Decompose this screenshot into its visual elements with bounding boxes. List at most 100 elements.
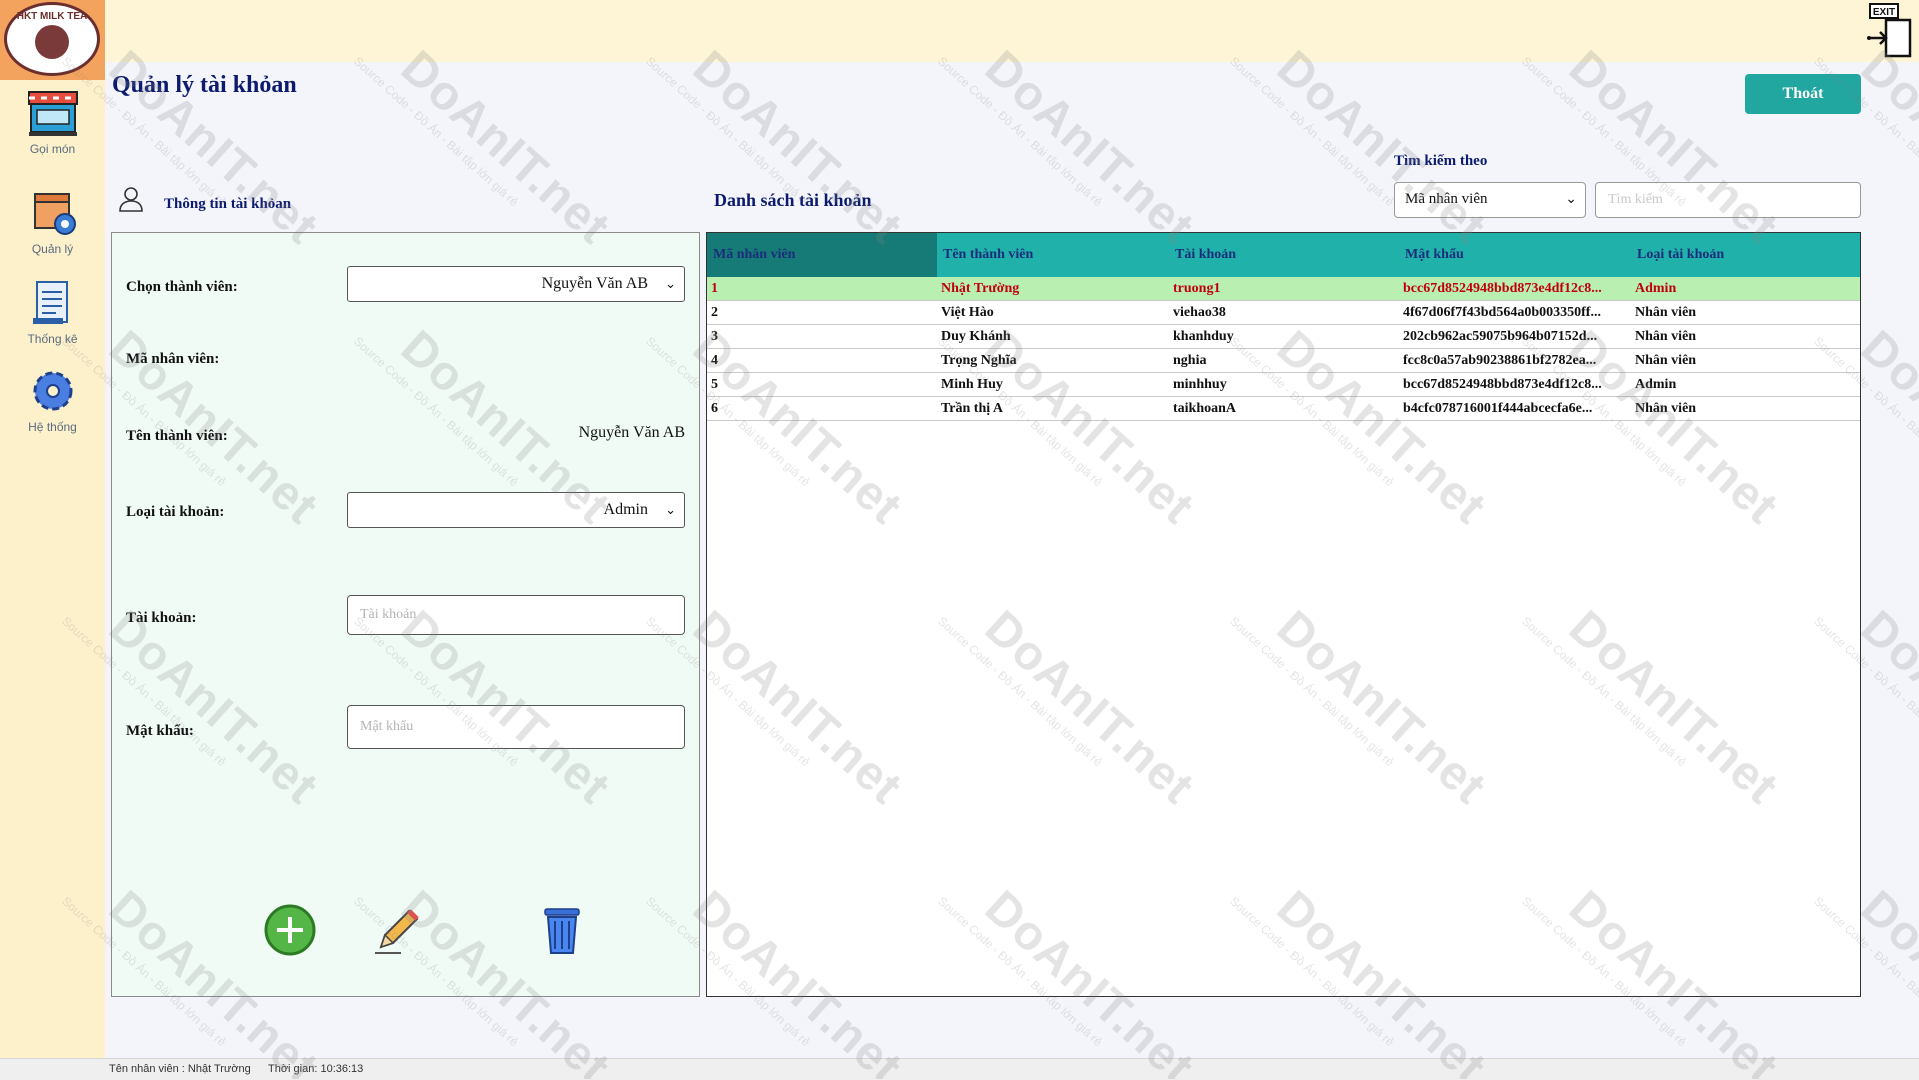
table-cell: Nhân viên — [1635, 329, 1697, 344]
logo-text: HKT MILK TEA — [16, 11, 88, 22]
table-cell: Việt Hào — [941, 305, 994, 320]
column-header-member-name[interactable]: Tên thành viên — [937, 233, 1169, 277]
chevron-down-icon: ⌄ — [665, 502, 676, 517]
watermark-brand: DoAnIT.net — [1558, 40, 1789, 255]
sidebar-item-order[interactable]: Gọi món — [0, 86, 105, 156]
table-cell: 3 — [711, 329, 718, 344]
table-cell: 4 — [711, 353, 718, 368]
account-list-panel: Mã nhân viên Tên thành viên Tài khoản Mậ… — [706, 232, 1861, 997]
choose-member-select[interactable]: Nguyễn Văn AB ⌄ — [347, 266, 685, 302]
column-header-account[interactable]: Tài khoản — [1169, 233, 1399, 277]
table-cell: Nhân viên — [1635, 305, 1697, 320]
logo: HKT MILK TEA — [0, 0, 105, 80]
table-cell: 202cb962ac59075b964b07152d... — [1403, 329, 1598, 344]
user-icon — [119, 187, 143, 212]
table-cell: Admin — [1635, 281, 1677, 296]
sidebar-item-statistics[interactable]: Thống kê — [0, 276, 105, 346]
table-cell: nghia — [1173, 353, 1207, 368]
search-by-value: Mã nhân viên — [1405, 191, 1488, 207]
employee-id-label: Mã nhân viên: — [126, 351, 220, 367]
status-bar: Tên nhân viên : Nhật Trường Thời gian: 1… — [0, 1058, 1919, 1080]
report-icon — [32, 281, 68, 324]
table-cell: 1 — [711, 281, 718, 296]
table-row[interactable]: 4 Trọng Nghĩa nghia fcc8c0a57ab90238861bf27… — [707, 349, 1860, 373]
page-title: Quản lý tài khỏan — [112, 72, 297, 98]
account-type-label: Loại tài khoản: — [126, 504, 225, 520]
account-type-select[interactable]: Admin ⌄ — [347, 492, 685, 528]
table-cell: Duy Khánh — [941, 329, 1011, 344]
edit-pencil-icon[interactable] — [371, 903, 425, 957]
table-cell: Nhật Trường — [941, 281, 1020, 296]
table-header: Mã nhân viên Tên thành viên Tài khoản Mậ… — [707, 233, 1860, 277]
password-label: Mật khẩu: — [126, 723, 194, 739]
choose-member-value: Nguyễn Văn AB — [541, 275, 648, 292]
store-icon — [27, 91, 78, 136]
account-list-title: Danh sách tài khoản — [714, 190, 872, 210]
table-cell: 5 — [711, 377, 718, 392]
table-cell: Nhân viên — [1635, 401, 1697, 416]
account-info-panel: Chọn thành viên: Nguyễn Văn AB ⌄ Mã nhân… — [111, 232, 700, 997]
member-name-label: Tên thành viên: — [126, 428, 228, 444]
add-icon[interactable] — [263, 903, 317, 957]
gear-icon — [33, 371, 72, 411]
sidebar-item-label: Quản lý — [31, 242, 74, 256]
table-cell: bcc67d8524948bbd873e4df12c8... — [1403, 281, 1602, 296]
watermark-brand: DoAnIT.net — [390, 40, 621, 255]
column-header-employee-id[interactable]: Mã nhân viên — [707, 233, 937, 277]
chevron-down-icon: ⌄ — [1565, 192, 1577, 207]
trash-icon[interactable] — [535, 903, 589, 957]
column-header-password[interactable]: Mật khẩu — [1399, 233, 1631, 277]
table-cell: b4cfc078716001f444abcecfa6e... — [1403, 401, 1593, 416]
table-cell: Trần thị A — [941, 401, 1003, 416]
watermark-brand: DoAnIT.net — [682, 40, 913, 255]
sidebar-item-label: Thống kê — [27, 332, 78, 346]
exit-button[interactable]: Thoát — [1745, 74, 1861, 114]
watermark-brand: DoAnIT.net — [974, 40, 1205, 255]
manage-box-icon — [33, 193, 76, 235]
table-row[interactable]: 2 Việt Hào viehao38 4f67d06f7f43bd564a0b003… — [707, 301, 1860, 325]
table-cell: bcc67d8524948bbd873e4df12c8... — [1403, 377, 1602, 392]
sidebar-item-label: Gọi món — [29, 142, 76, 156]
search-by-label: Tìm kiếm theo — [1394, 153, 1488, 169]
top-strip — [105, 0, 1919, 62]
password-input[interactable] — [347, 705, 685, 749]
account-info-title: Thông tin tài khỏan — [164, 196, 292, 212]
status-time: Thời gian: 10:36:13 — [268, 1063, 364, 1075]
status-employee: Tên nhân viên : Nhật Trường — [109, 1063, 251, 1075]
choose-member-label: Chọn thành viên: — [126, 279, 238, 295]
milk-tea-cup-icon — [35, 25, 69, 59]
table-cell: taikhoanA — [1173, 401, 1237, 416]
table-cell: Nhân viên — [1635, 353, 1697, 368]
table-cell: Admin — [1635, 377, 1677, 392]
search-by-select[interactable]: Mã nhân viên ⌄ — [1394, 182, 1586, 218]
exit-door-icon[interactable]: EXIT — [1866, 2, 1914, 58]
watermark-brand: DoAnIT.net — [1266, 40, 1497, 255]
sidebar-item-label: Hệ thống — [28, 420, 77, 434]
table-cell: 6 — [711, 401, 718, 416]
sidebar: HKT MILK TEA Gọi món Quản lý Thống kê Hệ… — [0, 0, 105, 1079]
sidebar-item-system[interactable]: Hệ thống — [0, 364, 105, 434]
table-row[interactable]: 3 Duy Khánh khanhduy 202cb962ac59075b964b07… — [707, 325, 1860, 349]
table-row[interactable]: 1 Nhật Trường truong1 bcc67d8524948bbd873e4… — [707, 277, 1860, 301]
table-cell: Minh Huy — [941, 377, 1003, 392]
table-cell: 2 — [711, 305, 718, 320]
table-cell: khanhduy — [1173, 329, 1234, 344]
table-cell: truong1 — [1173, 281, 1221, 296]
milk-tea-logo: HKT MILK TEA — [4, 2, 100, 76]
account-type-value: Admin — [603, 501, 648, 518]
search-input[interactable] — [1595, 182, 1861, 218]
column-header-account-type[interactable]: Loại tài khoản — [1631, 233, 1860, 277]
svg-text:EXIT: EXIT — [1873, 7, 1895, 18]
table-cell: fcc8c0a57ab90238861bf2782ea... — [1403, 353, 1597, 368]
chevron-down-icon: ⌄ — [665, 276, 676, 291]
watermark-brand: DoAnIT.net — [1850, 40, 1919, 255]
account-input[interactable] — [347, 595, 685, 635]
account-label: Tài khoản: — [126, 610, 197, 626]
table-row[interactable]: 6 Trần thị A taikhoanA b4cfc078716001f444ab… — [707, 397, 1860, 421]
table-cell: Trọng Nghĩa — [941, 353, 1017, 368]
table-row[interactable]: 5 Minh Huy minhhuy bcc67d8524948bbd873e4df1… — [707, 373, 1860, 397]
table-cell: 4f67d06f7f43bd564a0b003350ff... — [1403, 305, 1601, 320]
table-cell: viehao38 — [1173, 305, 1226, 320]
member-name-value: Nguyễn Văn AB — [578, 424, 685, 441]
sidebar-item-manage[interactable]: Quản lý — [0, 186, 105, 256]
